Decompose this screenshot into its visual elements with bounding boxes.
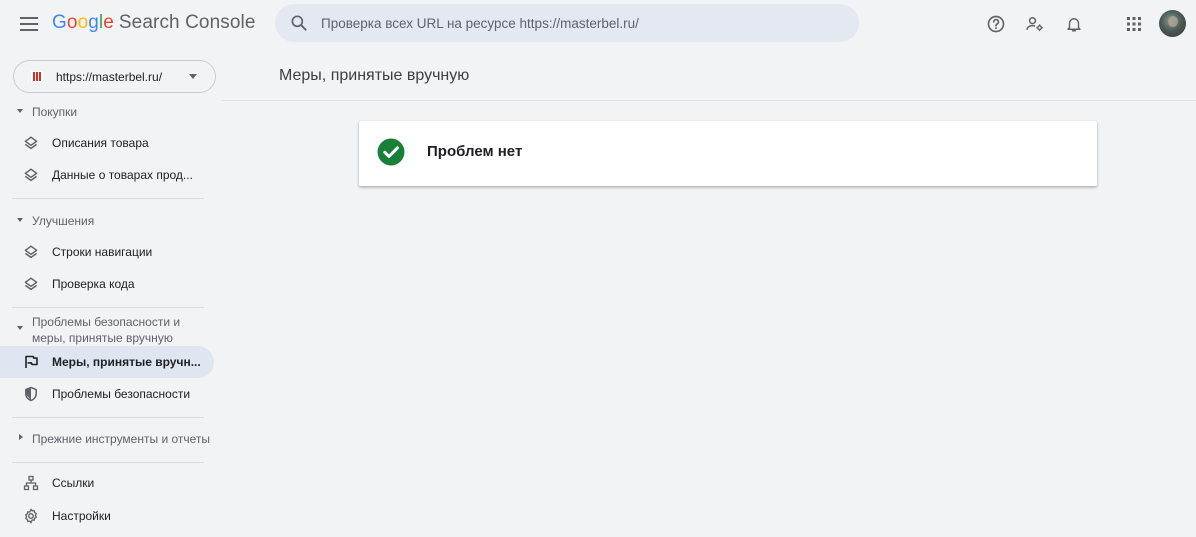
expand-triangle-icon bbox=[17, 326, 23, 330]
status-card: Проблем нет bbox=[359, 121, 1097, 186]
divider bbox=[12, 198, 204, 199]
notifications-button[interactable] bbox=[1062, 12, 1086, 36]
section-enhancements[interactable]: Улучшения bbox=[0, 213, 222, 229]
sidebar-item-label: Описания товара bbox=[52, 136, 149, 150]
layers-icon bbox=[24, 136, 38, 150]
section-label-line2: меры, принятые вручную bbox=[32, 331, 173, 345]
google-apps-button[interactable] bbox=[1122, 12, 1146, 36]
section-label: Улучшения bbox=[32, 214, 95, 228]
sidebar-item-label: Меры, принятые вручн... bbox=[52, 355, 201, 369]
section-shopping[interactable]: Покупки bbox=[0, 104, 222, 120]
section-security-manual-actions[interactable]: Проблемы безопасности и меры, принятые в… bbox=[0, 314, 222, 346]
logo-letter: o bbox=[66, 12, 78, 33]
section-label-line1: Проблемы безопасности и bbox=[32, 315, 181, 329]
dropdown-caret-icon bbox=[189, 74, 197, 79]
expand-triangle-icon bbox=[17, 218, 23, 222]
sidebar-item-label: Проверка кода bbox=[52, 277, 135, 291]
product-name: Search Console bbox=[118, 12, 256, 33]
logo-letter: e bbox=[103, 12, 114, 33]
divider bbox=[12, 462, 204, 463]
links-icon bbox=[23, 475, 39, 491]
sidebar-item-links[interactable]: Ссылки bbox=[0, 467, 214, 499]
page-title: Меры, принятые вручную bbox=[279, 67, 470, 84]
gear-icon bbox=[25, 508, 37, 524]
expand-triangle-icon bbox=[17, 109, 23, 113]
section-legacy-tools[interactable]: Прежние инструменты и отчеты bbox=[0, 431, 222, 447]
help-button[interactable] bbox=[984, 12, 1008, 36]
shield-icon bbox=[25, 386, 37, 402]
search-icon bbox=[291, 15, 307, 31]
section-label: Покупки bbox=[32, 105, 78, 119]
sidebar-item-label: Ссылки bbox=[52, 476, 95, 490]
logo-letter: o bbox=[77, 12, 89, 33]
title-divider bbox=[222, 100, 1196, 101]
main-menu-button[interactable] bbox=[14, 9, 44, 39]
sidebar-item-breadcrumbs[interactable]: Строки навигации bbox=[0, 236, 214, 268]
url-inspection-search[interactable] bbox=[275, 4, 859, 42]
account-avatar[interactable] bbox=[1159, 10, 1186, 37]
divider bbox=[12, 307, 204, 308]
sidebar-item-manual-actions[interactable]: Меры, принятые вручн... bbox=[0, 346, 214, 378]
help-icon bbox=[987, 15, 1005, 33]
sidebar-item-label: Проблемы безопасности bbox=[52, 387, 191, 401]
layers-icon bbox=[24, 245, 38, 259]
property-selector[interactable]: https://masterbel.ru/ bbox=[13, 60, 216, 93]
divider bbox=[12, 417, 204, 418]
sidebar-item-label: Данные о товарах прод... bbox=[52, 168, 193, 182]
manage-users-button[interactable] bbox=[1023, 12, 1047, 36]
status-message: Проблем нет bbox=[427, 143, 523, 160]
property-favicon bbox=[31, 70, 43, 83]
bell-icon bbox=[1067, 18, 1081, 32]
layers-icon bbox=[24, 277, 38, 291]
check-circle-icon bbox=[377, 138, 405, 166]
collapsed-triangle-icon bbox=[19, 434, 23, 440]
apps-icon bbox=[1127, 17, 1141, 31]
logo-letter: G bbox=[52, 12, 67, 33]
sidebar-item-product-snippets[interactable]: Описания товара bbox=[0, 127, 214, 159]
manage-users-icon bbox=[1026, 17, 1043, 32]
sidebar-item-settings[interactable]: Настройки bbox=[0, 500, 214, 532]
sidebar-item-label: Строки навигации bbox=[52, 245, 153, 259]
logo-letter: g bbox=[88, 12, 99, 33]
sidebar-item-merchant-listings[interactable]: Данные о товарах прод... bbox=[0, 159, 214, 191]
flag-icon bbox=[25, 355, 38, 368]
property-url: https://masterbel.ru/ bbox=[56, 69, 163, 84]
search-input[interactable] bbox=[321, 15, 841, 31]
sidebar: https://masterbel.ru/ Покупки Описания т… bbox=[0, 48, 222, 537]
search-console-logo[interactable]: Google Search Console bbox=[52, 12, 256, 34]
layers-icon bbox=[24, 168, 38, 182]
sidebar-item-security-issues[interactable]: Проблемы безопасности bbox=[0, 378, 214, 410]
sidebar-item-label: Настройки bbox=[52, 509, 111, 523]
section-label: Прежние инструменты и отчеты bbox=[32, 432, 211, 446]
sidebar-item-code-check[interactable]: Проверка кода bbox=[0, 268, 214, 300]
menu-icon bbox=[20, 17, 38, 31]
app-header: Google Search Console bbox=[0, 0, 1196, 48]
